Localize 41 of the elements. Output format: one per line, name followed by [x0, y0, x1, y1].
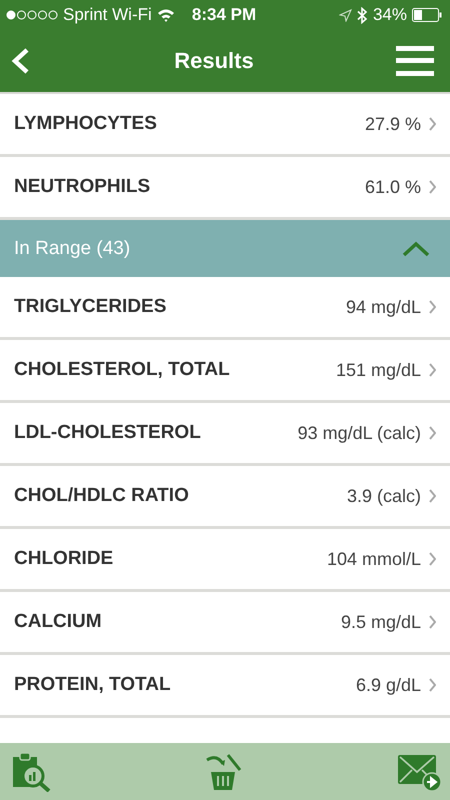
carrier-name: Sprint Wi-Fi: [63, 5, 152, 25]
battery-percent: 34%: [372, 5, 407, 25]
test-value: 6.9 g/dL: [356, 674, 421, 696]
test-name: CALCIUM: [14, 611, 102, 633]
test-value: 93 mg/dL (calc): [298, 422, 421, 444]
test-value: 61.0 %: [364, 176, 421, 198]
test-name: PROTEIN, TOTAL: [14, 674, 171, 696]
chevron-right-icon[interactable]: [429, 552, 436, 566]
location-icon: [338, 8, 352, 22]
test-value: 151 mg/dL: [336, 360, 421, 380]
test-value: 27.9 %: [364, 114, 421, 134]
test-value: 104 mmol/L: [326, 548, 421, 570]
test-name: CHLORIDE: [14, 548, 114, 570]
test-value: 9.5 mg/dL: [340, 612, 421, 632]
bluetooth-icon: [356, 6, 368, 24]
test-name: CHOL/HDLC RATIO: [14, 485, 189, 507]
chevron-right-icon[interactable]: [429, 363, 436, 377]
delete-button[interactable]: [205, 752, 243, 792]
chevron-right-icon[interactable]: [429, 180, 436, 194]
test-name: LDL-CHOLESTEROL: [14, 422, 201, 444]
section-header[interactable]: In Range (43): [0, 220, 450, 277]
test-name: TRIGLYCERIDES: [14, 296, 166, 318]
test-name: CHOLESTEROL, TOTAL: [14, 359, 230, 381]
screen-title: Results: [174, 48, 254, 74]
chevron-right-icon[interactable]: [429, 615, 436, 629]
test-value: 94 mg/dL: [346, 296, 421, 318]
menu-button[interactable]: [396, 46, 434, 76]
test-name: NEUTROPHILS: [14, 176, 150, 198]
status-time: 8:34 PM: [192, 5, 256, 25]
report-search-button[interactable]: [12, 752, 52, 792]
chevron-up-icon: [402, 240, 430, 256]
chevron-right-icon[interactable]: [429, 300, 436, 314]
test-name: LYMPHOCYTES: [14, 113, 157, 135]
chevron-right-icon[interactable]: [429, 489, 436, 503]
battery-icon: [412, 8, 442, 22]
chevron-right-icon[interactable]: [429, 678, 436, 692]
signal-icon: [6, 10, 58, 20]
chevron-right-icon[interactable]: [429, 426, 436, 440]
chevron-right-icon[interactable]: [429, 117, 436, 131]
test-value: 3.9 (calc): [346, 486, 421, 506]
wifi-icon: [156, 8, 175, 22]
